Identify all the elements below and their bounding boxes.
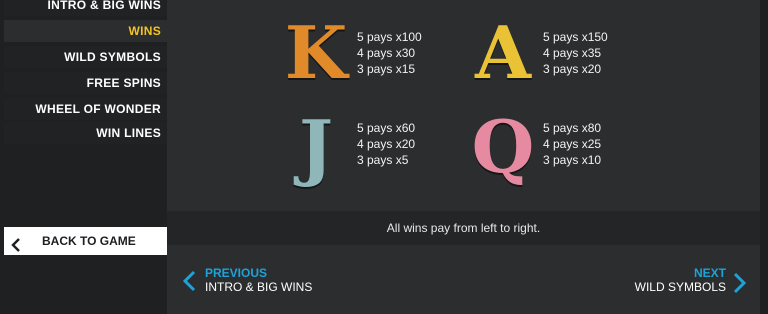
symbol-q: Q [471,104,535,189]
symbol-a: A [475,10,531,95]
chevron-left-icon [11,234,21,262]
menu-item-wheel-of-wonder[interactable]: WHEEL OF WONDER [4,98,167,120]
previous-label: PREVIOUS [205,266,268,280]
previous-page-link[interactable]: PREVIOUS INTRO & BIG WINS [205,266,312,294]
symbol-a-pays: 5 pays x150 4 pays x35 3 pays x20 [543,29,608,77]
menu-item-intro-big-wins[interactable]: INTRO & BIG WINS [4,0,167,16]
help-sidebar: INTRO & BIG WINS WINS WILD SYMBOLS FREE … [0,0,167,314]
pays-line: 4 pays x25 [543,137,602,151]
symbol-j: J [298,104,334,189]
pays-line: 3 pays x5 [357,153,409,167]
chevron-left-icon[interactable] [182,270,196,297]
next-label: NEXT [693,266,726,280]
pays-line: 5 pays x80 [543,121,602,135]
pays-line: 5 pays x60 [357,121,416,135]
menu-item-wins[interactable]: WINS [4,20,167,42]
symbol-q-pays: 5 pays x80 4 pays x25 3 pays x10 [543,120,601,168]
next-page-link[interactable]: NEXT WILD SYMBOLS [635,266,726,294]
pays-line: 4 pays x30 [357,46,416,60]
chevron-right-icon[interactable] [733,272,747,299]
back-to-game-label: BACK TO GAME [42,234,136,248]
symbol-k: K [284,10,348,95]
pays-line: 5 pays x100 [357,30,422,44]
pays-line: 3 pays x15 [357,62,416,76]
pays-line: 4 pays x20 [357,137,416,151]
menu-item-win-lines[interactable]: WIN LINES [4,122,167,144]
previous-target: INTRO & BIG WINS [205,280,313,294]
symbol-j-pays: 5 pays x60 4 pays x20 3 pays x5 [357,120,415,168]
pays-line: 4 pays x35 [543,46,602,60]
back-to-game-button[interactable]: BACK TO GAME [4,227,167,255]
next-target: WILD SYMBOLS [634,280,726,294]
symbol-k-pays: 5 pays x100 4 pays x30 3 pays x15 [357,29,422,77]
menu-item-free-spins[interactable]: FREE SPINS [4,72,167,94]
footer-note: All wins pay from left to right. [167,211,760,245]
right-edge [760,0,768,314]
menu-item-wild-symbols[interactable]: WILD SYMBOLS [4,46,167,68]
pays-line: 3 pays x10 [543,153,602,167]
pays-line: 3 pays x20 [543,62,602,76]
pays-line: 5 pays x150 [543,30,608,44]
